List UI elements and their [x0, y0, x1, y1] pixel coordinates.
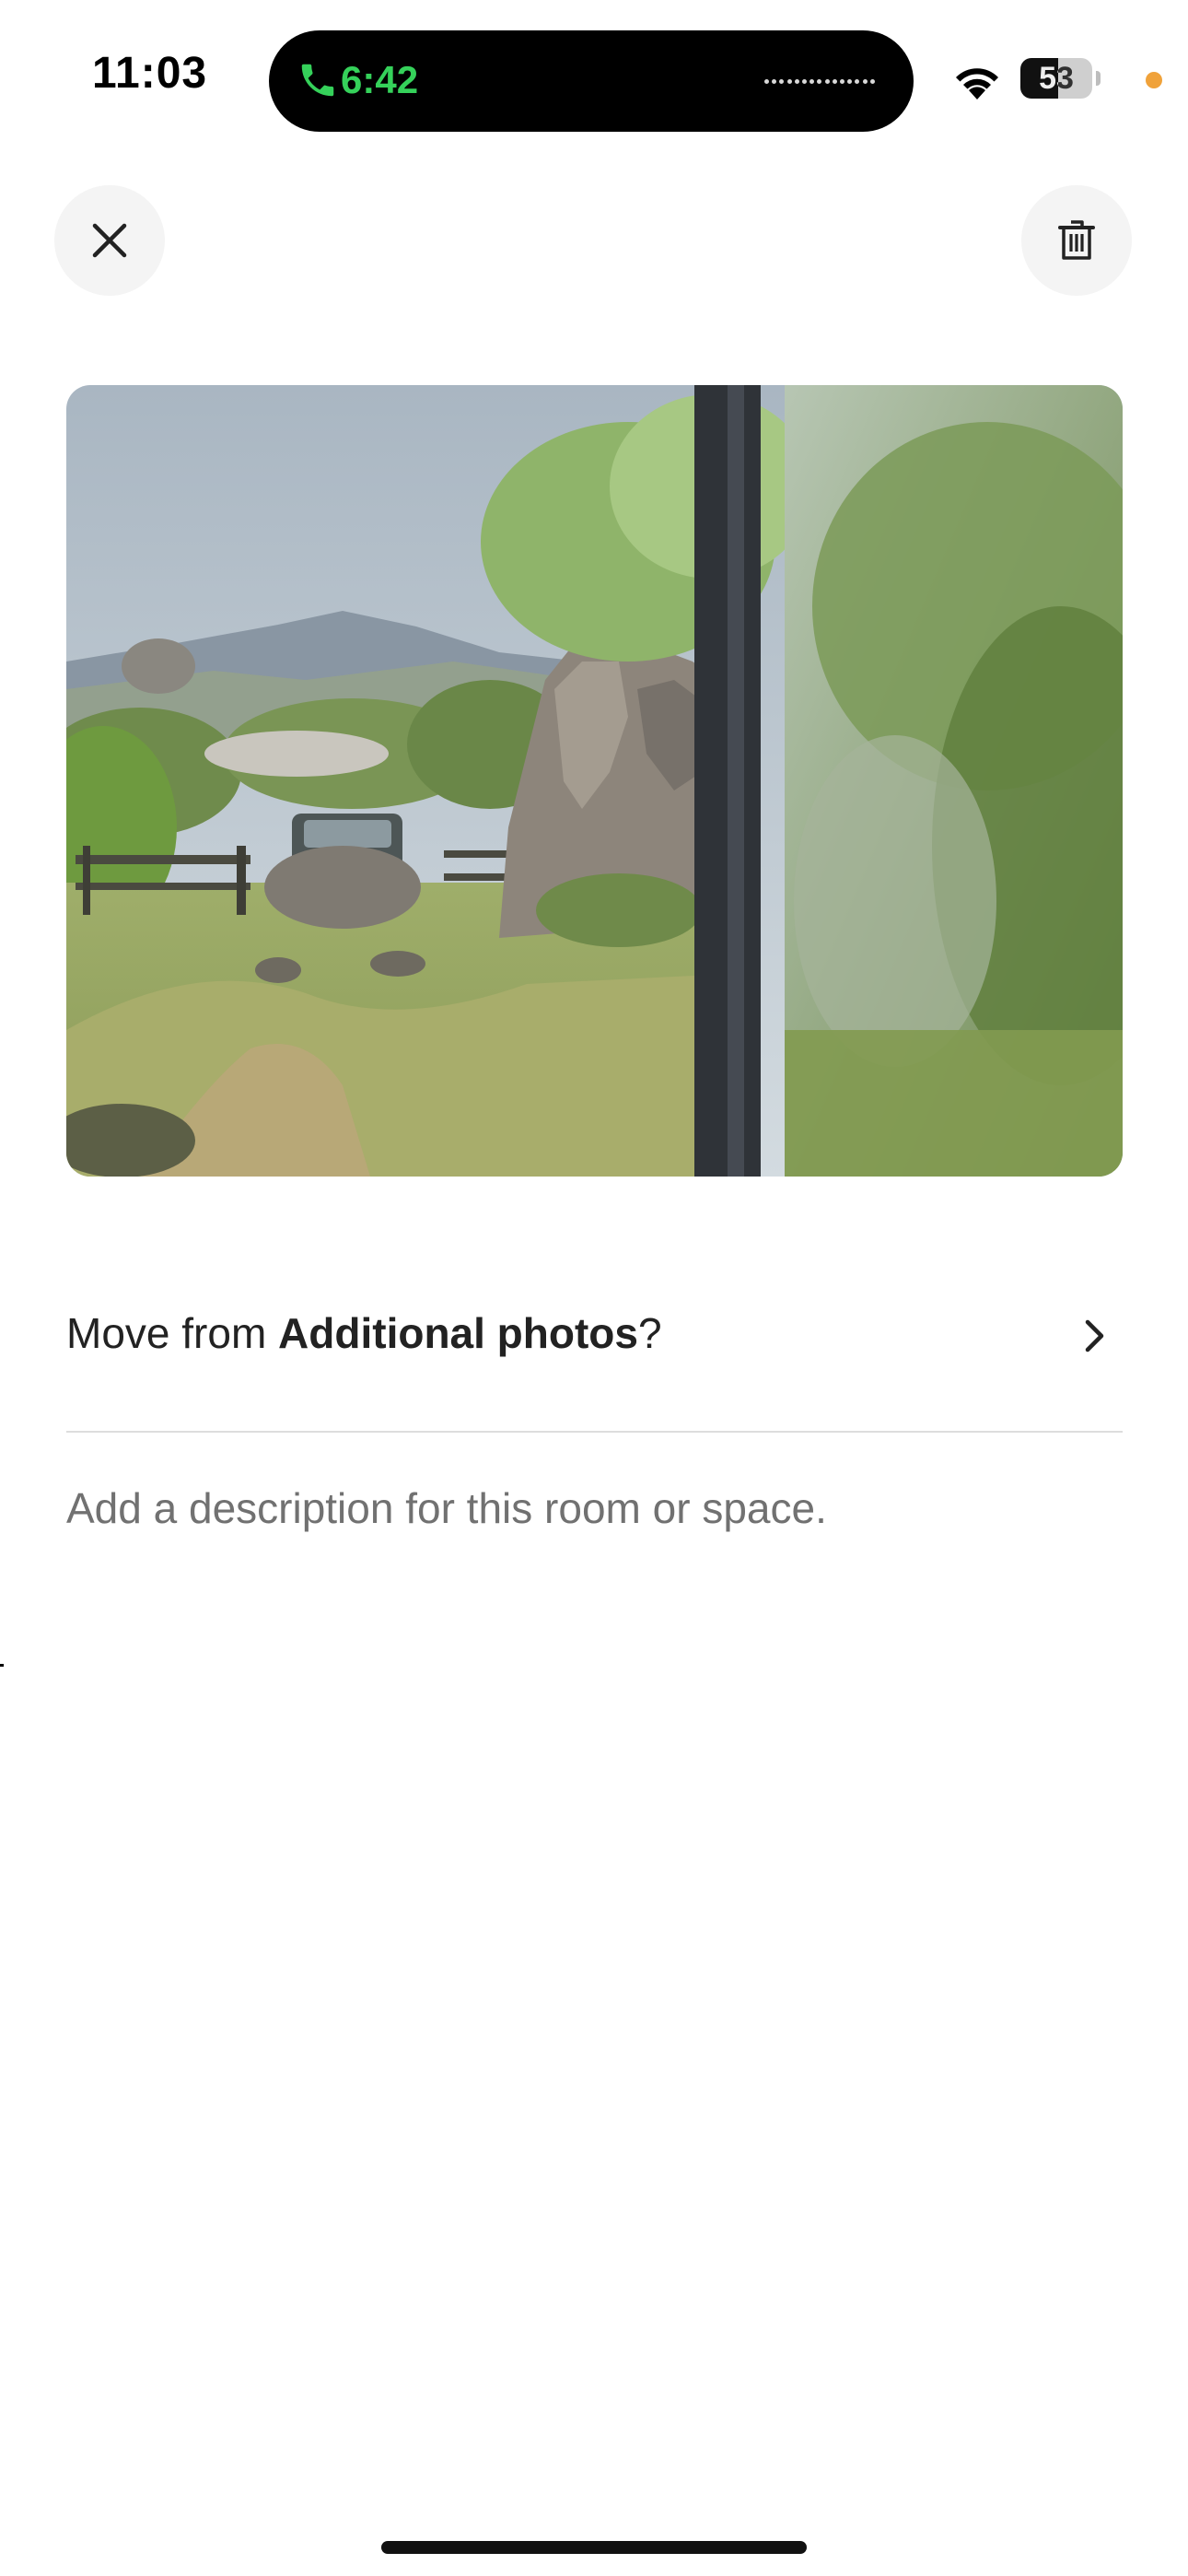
move-suffix: ?	[637, 1309, 662, 1357]
battery-icon: 53	[1020, 58, 1092, 99]
phone-icon	[301, 64, 334, 97]
close-button[interactable]	[54, 185, 165, 296]
battery-cap	[1096, 71, 1101, 86]
audio-waveform-icon	[764, 77, 875, 85]
move-category-row[interactable]: Move from Additional photos?	[66, 1282, 1123, 1393]
status-time: 11:03	[92, 49, 208, 98]
trash-icon	[1058, 220, 1095, 260]
move-prefix: Move from	[66, 1309, 279, 1357]
dynamic-island-call[interactable]: 6:42	[269, 30, 914, 132]
room-photo	[66, 385, 1123, 1177]
edge-mark	[0, 1664, 4, 1667]
home-indicator[interactable]	[381, 2541, 807, 2554]
status-bar: 11:03 6:42 53	[0, 0, 1188, 157]
delete-photo-button[interactable]	[1021, 185, 1132, 296]
battery-level: 53	[1039, 61, 1074, 96]
call-duration: 6:42	[341, 58, 419, 101]
chevron-right-icon	[1085, 1319, 1104, 1352]
close-icon	[92, 223, 127, 258]
current-category: Additional photos	[278, 1309, 638, 1357]
move-category-text: Move from Additional photos?	[66, 1308, 662, 1358]
privacy-indicator-dot	[1146, 72, 1162, 88]
landscape-photo	[66, 385, 1123, 1177]
description-input[interactable]	[66, 1483, 1123, 1575]
wifi-icon	[956, 68, 998, 100]
divider	[66, 1431, 1123, 1433]
